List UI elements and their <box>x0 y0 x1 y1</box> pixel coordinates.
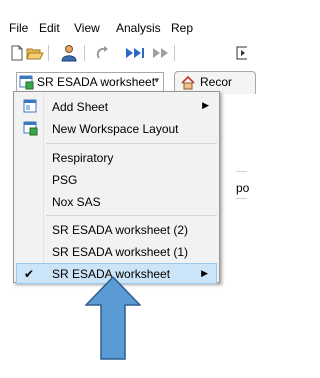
workspace-dropdown[interactable]: SR ESADA worksheet ▾ <box>16 72 164 92</box>
menu-separator <box>46 143 217 144</box>
divider <box>236 198 247 199</box>
home-icon <box>180 75 196 91</box>
menu-item-label: SR ESADA worksheet (1) <box>52 245 189 259</box>
menu-item-label: Respiratory <box>52 151 114 165</box>
chevron-down-icon: ▾ <box>154 75 159 85</box>
workspace-menu: Add Sheet ▶ New Workspace Layout Respira… <box>13 91 220 284</box>
redo-icon[interactable] <box>94 44 112 62</box>
divider <box>236 171 247 172</box>
menu-file[interactable]: File <box>9 21 28 35</box>
open-folder-icon[interactable] <box>26 44 44 62</box>
toolbar-separator <box>48 45 49 61</box>
menu-item-label: SR ESADA worksheet (2) <box>52 223 189 237</box>
checkmark-icon: ✔ <box>24 267 35 281</box>
submenu-arrow-icon: ▶ <box>201 268 208 278</box>
menu-item-nox-sas[interactable]: Nox SAS <box>16 191 217 212</box>
menu-separator <box>46 215 217 216</box>
menu-item-sr-esada-worksheet-1[interactable]: SR ESADA worksheet (1) <box>16 241 217 262</box>
menu-item-label: Nox SAS <box>52 195 101 209</box>
background-text: po <box>236 181 250 195</box>
menu-item-sr-esada-worksheet-2[interactable]: SR ESADA worksheet (2) <box>16 219 217 240</box>
annotation-arrow-icon <box>85 276 141 360</box>
menu-bar: File Edit View Analysis Rep <box>0 18 247 40</box>
menu-item-label: PSG <box>52 173 78 187</box>
step-icon[interactable] <box>236 44 247 62</box>
worksheet-icon <box>19 75 34 90</box>
play-icon[interactable] <box>124 44 144 62</box>
new-document-icon[interactable] <box>8 44 26 62</box>
fast-forward-icon[interactable] <box>152 44 170 62</box>
menu-view[interactable]: View <box>74 21 100 35</box>
toolbar-separator <box>84 45 85 61</box>
menu-item-psg[interactable]: PSG <box>16 169 217 190</box>
menu-item-respiratory[interactable]: Respiratory <box>16 147 217 168</box>
menu-item-add-sheet[interactable]: Add Sheet ▶ <box>16 96 217 117</box>
menu-item-new-workspace-layout[interactable]: New Workspace Layout <box>16 118 217 139</box>
workspace-layout-icon <box>23 121 38 136</box>
menu-item-label: New Workspace Layout <box>52 122 179 136</box>
user-icon[interactable] <box>60 44 78 62</box>
tab-recording-label: Recor <box>200 75 233 89</box>
menu-analysis[interactable]: Analysis <box>116 21 161 35</box>
menu-reports[interactable]: Rep <box>171 21 231 35</box>
add-sheet-icon <box>23 99 38 114</box>
submenu-arrow-icon: ▶ <box>202 100 209 110</box>
menu-edit[interactable]: Edit <box>39 21 60 35</box>
toolbar <box>0 40 247 68</box>
menu-item-label: Add Sheet <box>52 100 109 114</box>
workspace-current: SR ESADA worksheet <box>37 75 156 89</box>
toolbar-separator <box>174 45 175 61</box>
